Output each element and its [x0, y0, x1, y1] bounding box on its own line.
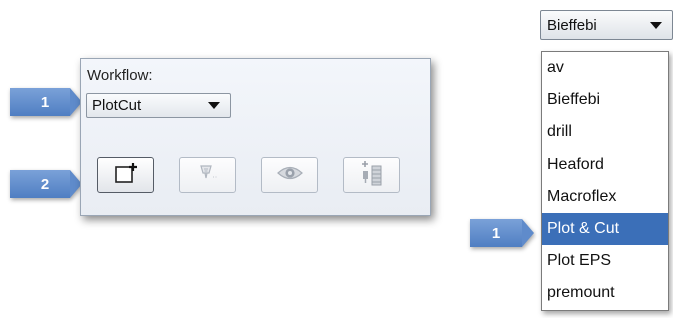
layout-button[interactable]: [343, 157, 400, 193]
new-document-plus-icon: [114, 162, 138, 189]
dropdown-option-plot-and-cut[interactable]: Plot & Cut: [542, 212, 668, 246]
preview-button[interactable]: [261, 157, 318, 193]
dropdown-option-heaford[interactable]: Heaford: [542, 149, 668, 181]
workflow-label: Workflow:: [87, 67, 153, 84]
callout-1-plot-and-cut: 1: [470, 219, 534, 247]
callout-number: 2: [10, 170, 70, 198]
dropdown-option-av[interactable]: av: [542, 52, 668, 84]
callout-number: 1: [470, 219, 522, 247]
layout-plus-icon: [360, 160, 384, 191]
dropdown-option-premount[interactable]: premount: [542, 277, 668, 309]
plotter-head-icon: [195, 163, 221, 188]
dropdown-option-drill[interactable]: drill: [542, 116, 668, 148]
callout-1-workflow: 1: [10, 88, 82, 116]
chevron-down-icon: [650, 21, 662, 29]
callout-arrow-tip: [522, 219, 534, 247]
callout-number: 1: [10, 88, 70, 116]
callout-2-new-job: 2: [10, 170, 82, 198]
workflow-panel: Workflow: PlotCut: [80, 58, 431, 216]
workflow-dropdown-select[interactable]: Bieffebi: [540, 10, 673, 40]
dropdown-option-plot-eps[interactable]: Plot EPS: [542, 245, 668, 277]
dropdown-current-value: Bieffebi: [547, 16, 597, 34]
dropdown-option-macroflex[interactable]: Macroflex: [542, 181, 668, 213]
plot-button[interactable]: [179, 157, 236, 193]
eye-icon: [276, 164, 304, 187]
chevron-down-icon: [208, 102, 220, 109]
workflow-select-value: PlotCut: [92, 97, 142, 114]
workflow-select[interactable]: PlotCut: [86, 93, 231, 118]
workflow-dropdown-list: av Bieffebi drill Heaford Macroflex Plot…: [541, 51, 669, 311]
dropdown-option-bieffebi[interactable]: Bieffebi: [542, 84, 668, 116]
new-job-button[interactable]: [97, 157, 154, 193]
